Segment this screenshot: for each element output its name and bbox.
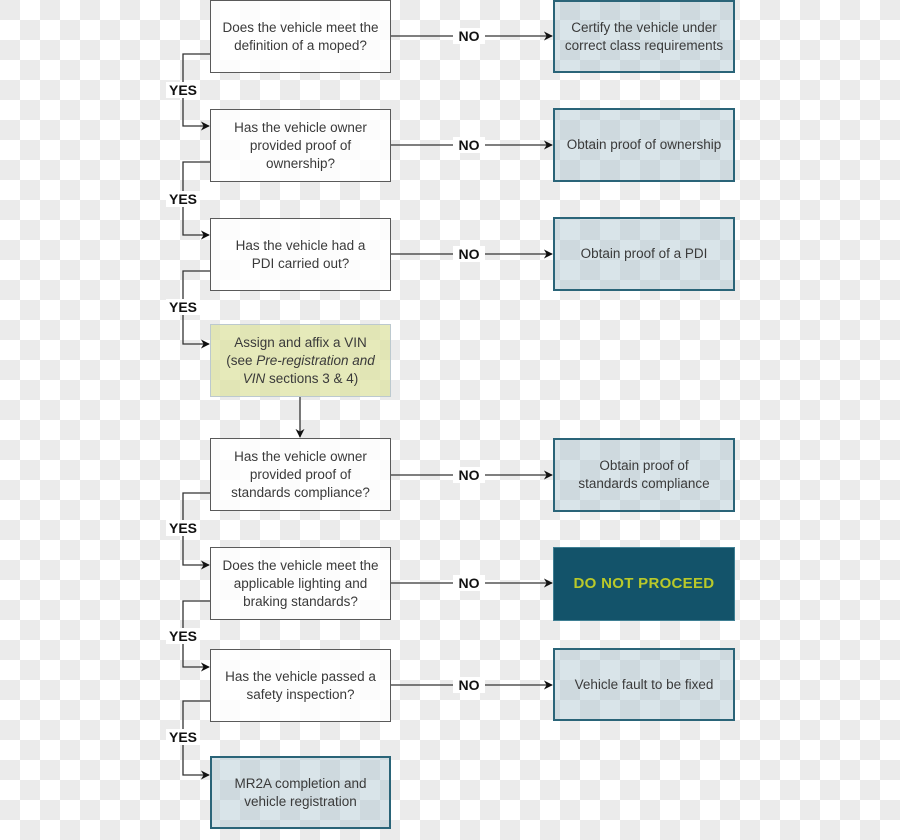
question-text: Does the vehicle meet the applicable lig… — [222, 557, 379, 609]
question-text: Does the vehicle meet the definition of … — [222, 19, 379, 53]
no-label: NO — [453, 137, 485, 153]
outcome-text: Obtain proof of ownership — [566, 137, 722, 152]
vin-line1: Assign and affix a VIN — [234, 334, 367, 350]
vin-suffix: sections 3 & 4) — [265, 370, 359, 386]
no-label: NO — [453, 677, 485, 693]
final-step-registration: MR2A completion and vehicle registration — [210, 756, 391, 829]
outcome-certify-class: Certify the vehicle under correct class … — [553, 0, 735, 73]
yes-label: YES — [166, 191, 200, 207]
question-text: Has the vehicle had a PDI carried out? — [235, 237, 366, 271]
no-label: NO — [453, 28, 485, 44]
yes-label: YES — [166, 299, 200, 315]
question-text: Has the vehicle owner provided proof of … — [234, 119, 367, 171]
outcome-proof-ownership: Obtain proof of ownership — [553, 108, 735, 182]
yes-label: YES — [166, 82, 200, 98]
question-ownership: Has the vehicle owner provided proof of … — [210, 109, 391, 182]
final-step-text: MR2A completion and vehicle registration — [234, 775, 367, 809]
question-text: Has the vehicle owner provided proof of … — [231, 448, 370, 500]
no-label: NO — [453, 246, 485, 262]
question-safety-inspection: Has the vehicle passed a safety inspecti… — [210, 649, 391, 722]
outcome-text: Certify the vehicle under correct class … — [564, 19, 724, 53]
vin-italic-ref: Pre-registration and — [256, 352, 375, 368]
no-label: NO — [453, 467, 485, 483]
question-standards-compliance: Has the vehicle owner provided proof of … — [210, 438, 391, 511]
question-moped: Does the vehicle meet the definition of … — [210, 0, 391, 73]
question-lighting-braking: Does the vehicle meet the applicable lig… — [210, 547, 391, 620]
vin-step-text: Assign and affix a VIN (see Pre-registra… — [226, 334, 375, 388]
vin-italic-vin: VIN — [242, 370, 266, 386]
question-pdi: Has the vehicle had a PDI carried out? — [210, 218, 391, 291]
yes-label: YES — [166, 729, 200, 745]
yes-label: YES — [166, 628, 200, 644]
outcome-text: Vehicle fault to be fixed — [574, 676, 714, 692]
outcome-text: Obtain proof of standards compliance — [578, 458, 710, 491]
outcome-fault-fixed: Vehicle fault to be fixed — [553, 648, 735, 721]
yes-label: YES — [166, 520, 200, 536]
outcome-text: Obtain proof of a PDI — [580, 246, 708, 261]
outcome-proof-pdi: Obtain proof of a PDI — [553, 217, 735, 291]
vin-prefix: (see — [226, 352, 257, 368]
question-text: Has the vehicle passed a safety inspecti… — [225, 668, 376, 702]
connector-lines — [182, 31, 553, 780]
stop-text: DO NOT PROCEED — [573, 575, 715, 592]
outcome-do-not-proceed: DO NOT PROCEED — [553, 547, 735, 621]
step-assign-vin: Assign and affix a VIN (see Pre-registra… — [210, 324, 391, 397]
no-label: NO — [453, 575, 485, 591]
outcome-proof-standards: Obtain proof of standards compliance — [553, 438, 735, 512]
